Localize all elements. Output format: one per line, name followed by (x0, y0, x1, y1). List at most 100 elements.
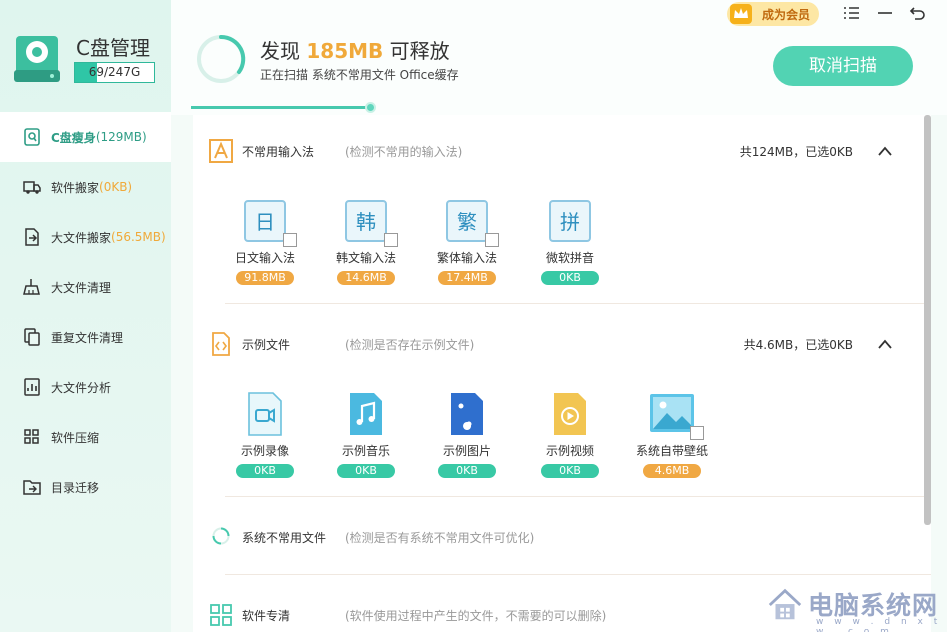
section-total: 共4.6MB，已选0KB (743, 338, 853, 352)
section-total: 共124MB，已选0KB (739, 145, 853, 159)
item-checkbox[interactable] (485, 233, 499, 247)
music-file-icon (344, 392, 388, 436)
japanese-ime-icon: 日 (243, 199, 297, 247)
scan-header: 发现 185MB 可释放 正在扫描 系统不常用文件 Office缓存 取消扫描 … (171, 0, 947, 115)
scanning-status: 正在扫描 系统不常用文件 Office缓存 (260, 68, 459, 82)
app-title: C盘管理 (76, 36, 150, 60)
scan-progress-fill (191, 106, 371, 109)
sidebar-item-disk-slim[interactable]: C盘瘦身 (129MB) (0, 112, 171, 162)
cancel-scan-button[interactable]: 取消扫描 (773, 46, 913, 86)
section-title: 示例文件 (242, 338, 291, 352)
image-file-icon (445, 392, 489, 436)
sidebar-item-label: 目录迁移 (51, 480, 100, 495)
scrollbar[interactable] (924, 115, 931, 525)
app-header: C盘管理 69/247G (10, 30, 170, 90)
section-input-methods[interactable]: 不常用输入法 (检测不常用的输入法) 共124MB，已选0KB (193, 133, 931, 173)
sidebar: C盘管理 69/247G C盘瘦身 (129MB) 软件搬家 (0KB) 大文件… (0, 0, 171, 632)
item-size-badge: 0KB (541, 464, 599, 478)
truck-icon (22, 177, 42, 197)
list-item[interactable]: 繁 繁体输入法 17.4MB (431, 199, 503, 285)
folder-move-icon (22, 477, 42, 497)
spinner-icon (212, 527, 230, 545)
sidebar-item-count: (0KB) (99, 180, 133, 194)
item-name: 示例视频 (545, 444, 594, 458)
minimize-icon[interactable] (875, 4, 895, 22)
list-item[interactable]: 示例音乐 0KB (330, 392, 402, 478)
scan-progress-handle (365, 102, 376, 113)
list-item[interactable]: 拼 微软拼音 0KB (534, 199, 606, 285)
file-analysis-icon (22, 377, 42, 397)
korean-ime-icon: 韩 (344, 199, 398, 247)
menu-icon[interactable] (841, 4, 861, 22)
storage-usage-text: 69/247G (88, 65, 141, 79)
section-desc: (检测不常用的输入法) (345, 145, 463, 159)
sidebar-item-label: 软件压缩 (51, 430, 100, 445)
divider (225, 303, 931, 304)
item-name: 日文输入法 (234, 251, 295, 265)
chevron-up-icon[interactable] (877, 145, 893, 157)
svg-text:韩: 韩 (356, 210, 376, 234)
item-name: 微软拼音 (545, 251, 594, 265)
vip-label: 成为会员 (762, 7, 811, 22)
sidebar-item-large-file-clean[interactable]: 大文件清理 (0, 262, 171, 312)
section-system-files[interactable]: 系统不常用文件 (检测是否有系统不常用文件可优化) (193, 519, 931, 559)
sidebar-item-large-file-analysis[interactable]: 大文件分析 (0, 362, 171, 412)
item-name: 示例图片 (442, 444, 491, 458)
disk-icon (14, 36, 60, 82)
chevron-up-icon[interactable] (877, 338, 893, 350)
divider (225, 574, 931, 575)
watermark: 电脑系统网 w w w . d n x t w . c o m (766, 584, 944, 632)
scan-results-panel: 不常用输入法 (检测不常用的输入法) 共124MB，已选0KB 日 日文输入法 … (193, 115, 931, 632)
app-window: C盘管理 69/247G C盘瘦身 (129MB) 软件搬家 (0KB) 大文件… (0, 0, 947, 632)
back-icon[interactable] (908, 4, 928, 22)
item-checkbox[interactable] (283, 233, 297, 247)
item-checkbox[interactable] (690, 426, 704, 440)
svg-text:拼: 拼 (560, 210, 580, 234)
divider (225, 496, 931, 497)
list-item[interactable]: 示例录像 0KB (229, 392, 301, 478)
item-size-badge: 0KB (236, 464, 294, 478)
storage-usage-bar: 69/247G (74, 62, 155, 83)
house-logo-icon (768, 588, 802, 620)
watermark-url: w w w . d n x t w . c o m (816, 617, 942, 632)
sidebar-item-label: 软件搬家 (51, 180, 100, 195)
item-size-badge: 0KB (541, 271, 599, 285)
found-summary: 发现 185MB 可释放 (260, 39, 450, 63)
item-size-badge: 0KB (438, 464, 496, 478)
sidebar-item-software-compress[interactable]: 软件压缩 (0, 412, 171, 462)
sidebar-item-folder-migrate[interactable]: 目录迁移 (0, 462, 171, 512)
item-name: 示例录像 (240, 444, 289, 458)
sidebar-nav: C盘瘦身 (129MB) 软件搬家 (0KB) 大文件搬家 (56.5MB) 大文件清… (0, 112, 171, 512)
found-amount: 185MB (306, 39, 384, 63)
vip-button[interactable]: 成为会员 (727, 2, 819, 26)
file-move-icon (22, 227, 42, 247)
broom-icon (22, 277, 42, 297)
section-sample-files[interactable]: 示例文件 (检测是否存在示例文件) 共4.6MB，已选0KB (193, 326, 931, 366)
list-item[interactable]: 系统自带壁纸 4.6MB (627, 392, 717, 478)
item-size-badge: 17.4MB (438, 271, 496, 285)
sidebar-item-count: (129MB) (95, 130, 147, 144)
sidebar-item-large-file-move[interactable]: 大文件搬家 (56.5MB) (0, 212, 171, 262)
item-size-badge: 14.6MB (337, 271, 395, 285)
sidebar-item-label: 大文件清理 (51, 280, 112, 295)
sidebar-item-duplicate-clean[interactable]: 重复文件清理 (0, 312, 171, 362)
item-name: 繁体输入法 (436, 251, 497, 265)
sidebar-item-label: 重复文件清理 (51, 330, 124, 345)
apps-grid-icon (210, 604, 232, 626)
play-file-icon (548, 392, 592, 436)
section-title: 系统不常用文件 (242, 531, 327, 545)
svg-text:日: 日 (255, 210, 275, 234)
list-item[interactable]: 示例图片 0KB (431, 392, 503, 478)
sidebar-item-software-move[interactable]: 软件搬家 (0KB) (0, 162, 171, 212)
item-name: 示例音乐 (341, 444, 390, 458)
item-checkbox[interactable] (384, 233, 398, 247)
sidebar-item-label: C盘瘦身 (51, 130, 96, 145)
traditional-ime-icon: 繁 (445, 199, 499, 247)
list-item[interactable]: 示例视频 0KB (534, 392, 606, 478)
list-item[interactable]: 韩 韩文输入法 14.6MB (330, 199, 402, 285)
list-item[interactable]: 日 日文输入法 91.8MB (229, 199, 301, 285)
item-name: 系统自带壁纸 (635, 444, 708, 458)
pinyin-ime-icon: 拼 (548, 199, 592, 243)
letter-a-icon (209, 139, 233, 163)
item-size-badge: 4.6MB (643, 464, 701, 478)
